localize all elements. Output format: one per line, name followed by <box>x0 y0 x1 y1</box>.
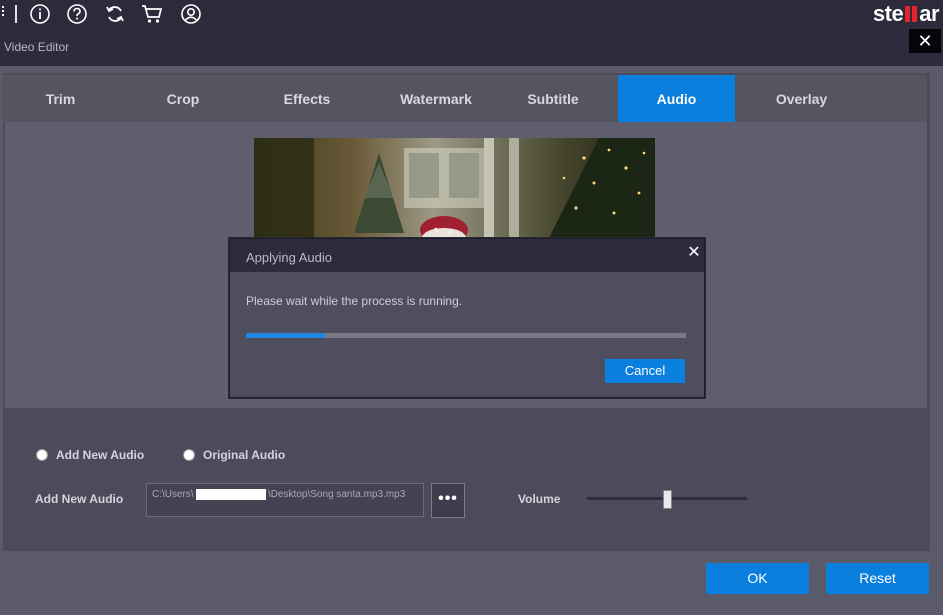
reset-button[interactable]: Reset <box>826 563 929 594</box>
tab-subtitle[interactable]: Subtitle <box>503 75 603 122</box>
window-titlebar: Video Editor <box>0 28 943 66</box>
tab-watermark[interactable]: Watermark <box>373 75 499 122</box>
toolbar-divider <box>15 5 17 23</box>
volume-slider-thumb[interactable] <box>663 490 672 509</box>
tab-effects[interactable]: Effects <box>248 75 366 122</box>
applying-audio-dialog: Applying Audio ✕ Please wait while the p… <box>229 238 705 398</box>
redacted-username <box>196 489 266 500</box>
tab-bar: Trim Crop Effects Watermark Subtitle Aud… <box>3 75 927 122</box>
audio-path-field[interactable]: C:\Users\ \Desktop\Song santa.mp3.mp3 <box>146 483 424 517</box>
info-icon[interactable] <box>29 3 51 25</box>
top-toolbar: ste ar <box>0 0 943 28</box>
tab-overlay[interactable]: Overlay <box>743 75 860 122</box>
ok-button[interactable]: OK <box>706 563 809 594</box>
dialog-header: Applying Audio ✕ <box>230 239 704 272</box>
radio-original-audio-label: Original Audio <box>203 448 286 462</box>
audio-path-prefix: C:\Users\ <box>152 489 194 500</box>
dialog-close-button[interactable]: ✕ <box>684 243 704 263</box>
dialog-title: Applying Audio <box>246 250 333 265</box>
logo-red-bars <box>904 6 918 22</box>
refresh-icon[interactable] <box>104 3 126 25</box>
browse-button[interactable]: ••• <box>431 483 465 518</box>
radio-add-new-audio-label: Add New Audio <box>56 448 145 462</box>
tab-audio[interactable]: Audio <box>618 75 735 122</box>
menu-grip-icon[interactable] <box>2 6 4 20</box>
dialog-message: Please wait while the process is running… <box>246 294 463 308</box>
audio-path-suffix: \Desktop\Song santa.mp3.mp3 <box>268 489 406 500</box>
window-close-button[interactable]: ✕ <box>909 29 941 53</box>
progress-bar <box>246 333 686 338</box>
window-title: Video Editor <box>4 40 70 54</box>
stellar-logo: ste ar <box>872 0 940 28</box>
volume-label: Volume <box>518 492 561 506</box>
tab-trim[interactable]: Trim <box>3 75 118 122</box>
help-icon[interactable] <box>66 3 88 25</box>
add-new-audio-label: Add New Audio <box>35 492 124 506</box>
account-icon[interactable] <box>180 3 202 25</box>
cancel-button[interactable]: Cancel <box>605 359 685 383</box>
radio-add-new-audio[interactable] <box>36 449 48 461</box>
video-preview <box>254 138 655 238</box>
logo-text-start: ste <box>872 1 904 26</box>
logo-text-end: ar <box>919 1 939 26</box>
tab-crop[interactable]: Crop <box>123 75 243 122</box>
cart-icon[interactable] <box>141 3 163 25</box>
radio-original-audio[interactable] <box>183 449 195 461</box>
progress-fill <box>246 333 326 338</box>
